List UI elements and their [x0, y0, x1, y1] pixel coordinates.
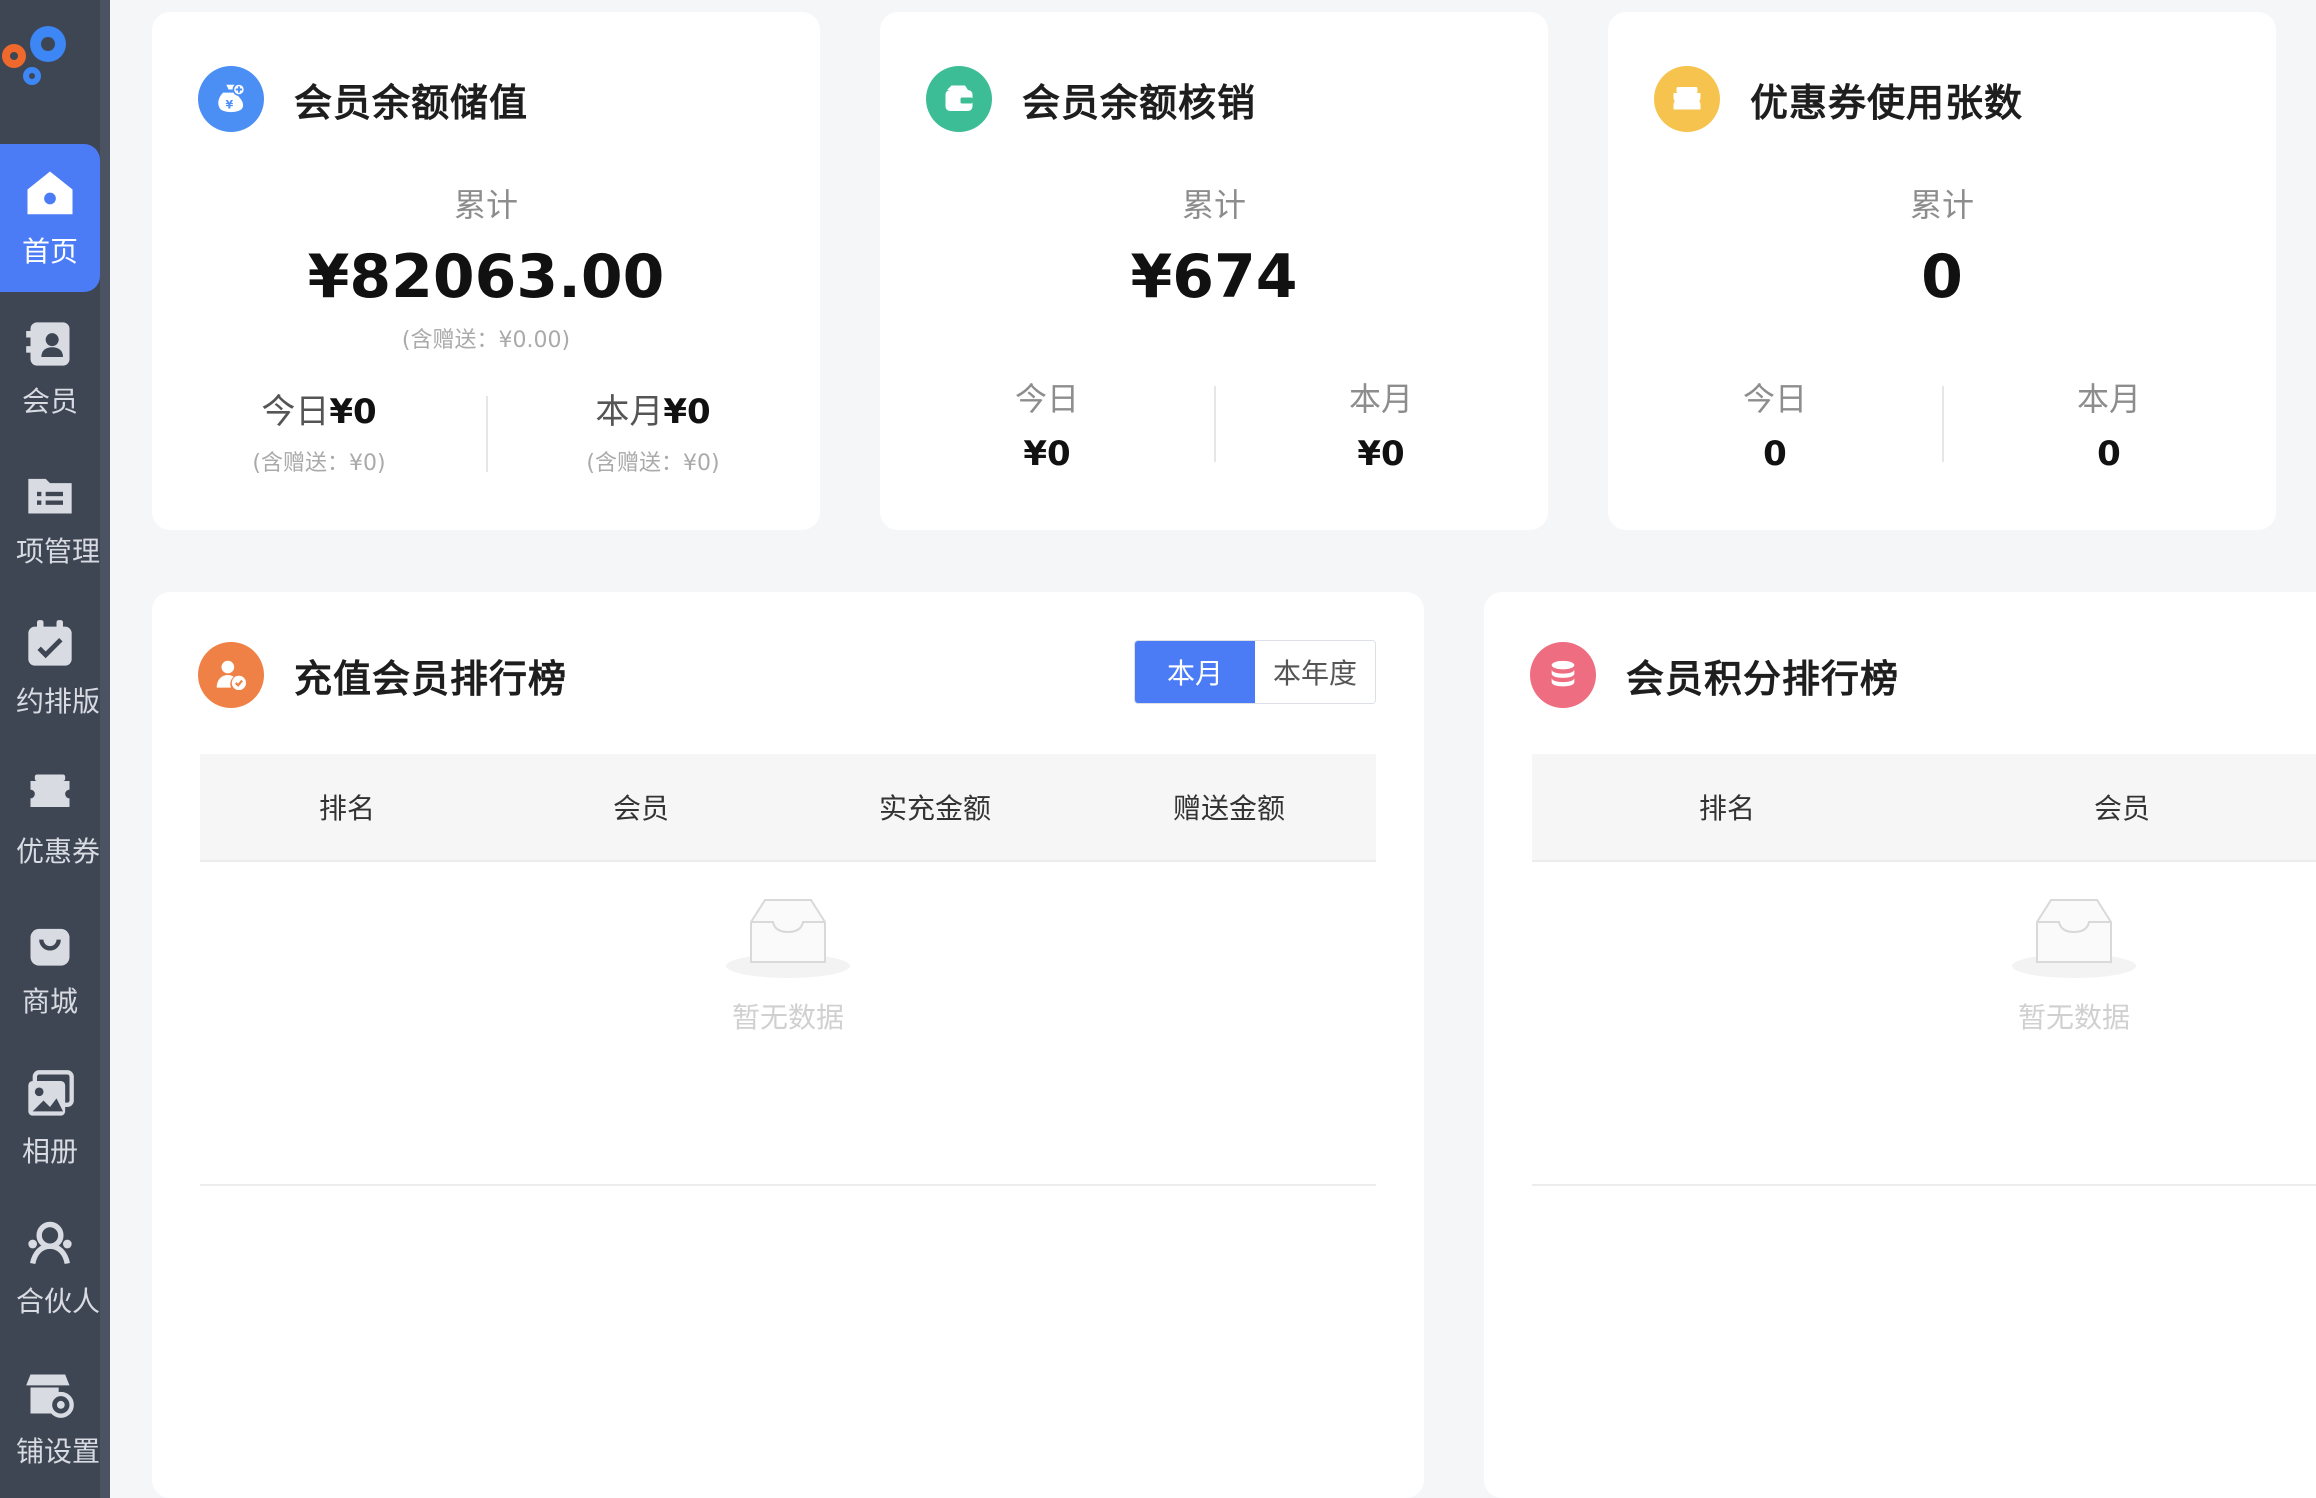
partner-icon: [22, 1216, 78, 1272]
table-header: 排名 会员 实充金额 赠送金额: [200, 754, 1376, 862]
today-stat: 今日 ¥0: [880, 374, 1214, 474]
card-title: 会员余额储值: [294, 80, 529, 125]
app-logo: [0, 14, 80, 90]
store-settings-icon: [22, 1366, 78, 1422]
month-stat: 本月 ¥0: [1214, 374, 1548, 474]
column-header-rank[interactable]: 排名: [1532, 754, 1922, 860]
cumulative-value: 0: [1921, 242, 1963, 312]
today-label: 今日: [261, 392, 330, 432]
column-header-rank[interactable]: 排名: [200, 754, 494, 860]
home-icon: [22, 166, 78, 222]
cumulative-value: ¥674: [1130, 242, 1298, 312]
column-header-member[interactable]: 会员: [494, 754, 788, 860]
today-value: ¥0: [329, 392, 377, 432]
shopping-bag-icon: [22, 916, 78, 972]
project-list-icon: [22, 466, 78, 522]
today-label: 今日: [1014, 380, 1079, 418]
svg-text:¥: ¥: [225, 99, 233, 112]
month-label: 本月: [2076, 380, 2141, 418]
sidebar-item-label: 商城: [21, 985, 78, 1018]
sidebar-item-label: 会员: [21, 385, 78, 418]
sidebar-item-partner[interactable]: 合伙人: [0, 1194, 100, 1342]
sidebar-item-member[interactable]: 会员: [0, 294, 100, 442]
today-stat: 今日¥0 (含赠送：¥0): [152, 384, 486, 477]
member-badge-icon: [198, 642, 264, 708]
empty-inbox-icon: [726, 899, 850, 978]
column-header-bonus-amount[interactable]: 赠送金额: [1082, 754, 1376, 860]
coupon-card: 优惠券使用张数 累计 0 今日 0 本月 0: [1608, 12, 2276, 530]
sidebar-item-label: 首页: [21, 235, 78, 268]
cumulative-label: 累计: [453, 186, 518, 224]
card-title: 优惠券使用张数: [1750, 80, 2024, 125]
card-title: 会员余额核销: [1022, 80, 1257, 125]
empty-state: 暂无数据: [1484, 892, 2316, 1036]
table-bottom-border: [1532, 1184, 2316, 1186]
sidebar: 首页 会员 项管理 约排版 优惠券 商城 相册 合伙人 铺设置: [0, 0, 110, 1498]
sidebar-item-album[interactable]: 相册: [0, 1044, 100, 1192]
empty-text: 暂无数据: [731, 1001, 844, 1034]
today-gift-note: (含赠送：¥0): [252, 451, 386, 476]
period-tabs: 本月 本年度: [1134, 640, 1376, 704]
sidebar-item-schedule[interactable]: 约排版: [0, 594, 100, 742]
sidebar-scrollbar[interactable]: [100, 0, 110, 1498]
table-header: 排名 会员: [1532, 754, 2316, 862]
cumulative-gift-note: (含赠送：¥0.00): [401, 328, 571, 353]
deposit-card: ¥ 会员余额储值 累计 ¥82063.00 (含赠送：¥0.00) 今日¥0 (…: [152, 12, 820, 530]
today-value: ¥0: [1023, 434, 1071, 474]
points-ranking-panel: 会员积分排行榜 排名 会员 暂无数据: [1484, 592, 2316, 1498]
sidebar-item-mall[interactable]: 商城: [0, 894, 100, 1042]
cumulative-label: 累计: [1909, 186, 1974, 224]
sidebar-item-projects[interactable]: 项管理: [0, 444, 100, 592]
wallet-icon: [926, 66, 992, 132]
sidebar-item-store-settings[interactable]: 铺设置: [0, 1344, 100, 1492]
column-header-member[interactable]: 会员: [1922, 754, 2316, 860]
month-stat: 本月 0: [1942, 374, 2276, 474]
sidebar-item-label: 相册: [21, 1135, 78, 1168]
month-value: ¥0: [663, 392, 711, 432]
month-label: 本月: [595, 392, 664, 432]
calendar-icon: [22, 616, 78, 672]
empty-text: 暂无数据: [2017, 1001, 2130, 1034]
month-gift-note: (含赠送：¥0): [586, 451, 720, 476]
money-bag-icon: ¥: [198, 66, 264, 132]
sidebar-item-coupons[interactable]: 优惠券: [0, 744, 100, 892]
today-value: 0: [1763, 434, 1787, 474]
cumulative-label: 累计: [1181, 186, 1246, 224]
month-label: 本月: [1348, 380, 1413, 418]
table-bottom-border: [200, 1184, 1376, 1186]
photo-album-icon: [22, 1066, 78, 1122]
tab-this-month[interactable]: 本月: [1135, 641, 1255, 703]
sidebar-item-label: 约排版: [15, 685, 100, 718]
writeoff-card: 会员余额核销 累计 ¥674 今日 ¥0 本月 ¥0: [880, 12, 1548, 530]
panel-title: 会员积分排行榜: [1626, 656, 1900, 701]
sidebar-item-label: 合伙人: [15, 1285, 100, 1318]
recharge-ranking-panel: 充值会员排行榜 本月 本年度 排名 会员 实充金额 赠送金额 暂无数据: [152, 592, 1424, 1498]
tab-this-year[interactable]: 本年度: [1255, 641, 1375, 703]
sidebar-item-home[interactable]: 首页: [0, 144, 100, 292]
today-label: 今日: [1742, 380, 1807, 418]
month-value: ¥0: [1357, 434, 1405, 474]
sidebar-item-label: 项管理: [15, 535, 100, 568]
empty-state: 暂无数据: [152, 892, 1424, 1036]
sidebar-item-label: 铺设置: [15, 1435, 100, 1468]
month-value: 0: [2097, 434, 2121, 474]
sidebar-item-label: 优惠券: [15, 835, 100, 868]
cumulative-value: ¥82063.00: [307, 242, 665, 312]
coin-stack-icon: [1530, 642, 1596, 708]
month-stat: 本月¥0 (含赠送：¥0): [486, 384, 820, 477]
empty-inbox-icon: [2012, 899, 2136, 978]
panel-title: 充值会员排行榜: [294, 656, 568, 701]
column-header-paid-amount[interactable]: 实充金额: [788, 754, 1082, 860]
coupon-icon: [1654, 66, 1720, 132]
today-stat: 今日 0: [1608, 374, 1942, 474]
coupon-ticket-icon: [22, 766, 78, 822]
member-card-icon: [22, 316, 78, 372]
